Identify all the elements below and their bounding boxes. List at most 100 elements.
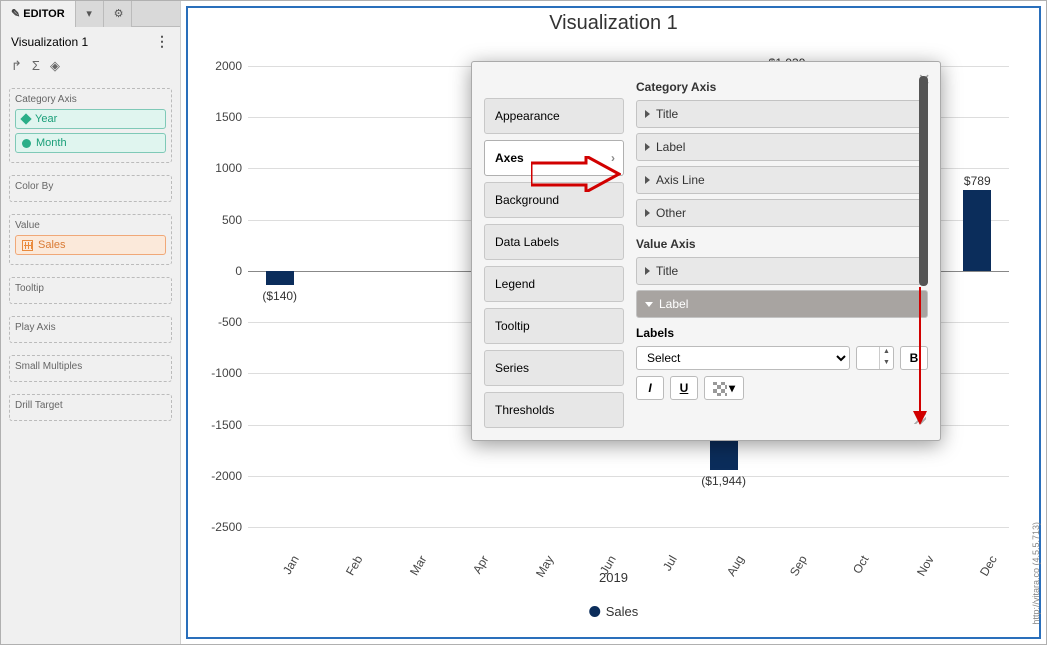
zone-value[interactable]: Value Sales — [9, 214, 172, 265]
bar-data-label: ($140) — [262, 289, 297, 303]
tab-editor-icon: ✎ — [11, 8, 20, 20]
viz-menu-button[interactable]: ⋮ — [155, 33, 170, 50]
menu-tooltip[interactable]: Tooltip — [484, 308, 624, 344]
spinner-down-icon[interactable]: ▼ — [880, 358, 893, 369]
triangle-right-icon — [645, 209, 650, 217]
zone-title: Drill Target — [15, 400, 166, 411]
menu-appearance[interactable]: Appearance — [484, 98, 624, 134]
x-tick-label: Apr — [470, 553, 491, 576]
zone-title: Color By — [15, 181, 166, 192]
zone-category-axis-title: Category Axis — [15, 94, 166, 105]
tool-new-icon[interactable]: ↱ — [11, 58, 22, 74]
zone-play-axis[interactable]: Play Axis — [9, 316, 172, 343]
y-tick-label: 1000 — [215, 161, 242, 175]
y-tick-label: 500 — [222, 213, 242, 227]
menu-axes[interactable]: Axes › — [484, 140, 624, 176]
zone-category-axis[interactable]: Category Axis Year Month — [9, 88, 172, 163]
triangle-right-icon — [645, 267, 650, 275]
scroll-thumb[interactable] — [919, 76, 928, 286]
chart-area: Visualization 1 -2500-2000-1500-1000-500… — [181, 1, 1046, 644]
chart-bar[interactable] — [963, 190, 991, 271]
tab-settings[interactable]: ⚙ — [104, 1, 132, 27]
x-tick-label: Sep — [787, 553, 810, 578]
menu-series[interactable]: Series — [484, 350, 624, 386]
x-tick-label: Feb — [343, 553, 365, 578]
triangle-right-icon — [645, 176, 650, 184]
resize-grip[interactable] — [914, 412, 926, 424]
labels-underline-button[interactable]: U — [670, 376, 698, 400]
accordion-label: Title — [656, 264, 678, 278]
bar-data-label: ($1,944) — [701, 474, 746, 488]
labels-size-spinner[interactable]: ▲▼ — [856, 346, 894, 370]
accordion-cat-title[interactable]: Title — [636, 100, 928, 128]
chart-copyright: http://vitara.co (4.5.5.713) — [1031, 522, 1041, 625]
menu-data-labels[interactable]: Data Labels — [484, 224, 624, 260]
pill-sales-label: Sales — [38, 239, 66, 251]
viz-name: Visualization 1 — [11, 35, 88, 49]
x-tick-label: Oct — [850, 553, 871, 576]
labels-heading: Labels — [636, 326, 928, 340]
pill-sales[interactable]: Sales — [15, 235, 166, 255]
y-tick-label: -500 — [218, 315, 242, 329]
legend-swatch-sales — [589, 606, 600, 617]
modal-scrollbar[interactable] — [918, 76, 928, 426]
menu-legend[interactable]: Legend — [484, 266, 624, 302]
accordion-cat-other[interactable]: Other — [636, 199, 928, 227]
accordion-label: Label — [656, 140, 685, 154]
x-tick-label: Jul — [660, 553, 680, 573]
zone-tooltip[interactable]: Tooltip — [9, 277, 172, 304]
viz-tool-row: ↱ Σ ◈ — [1, 56, 180, 82]
modal-menu: Appearance Axes› Background Data Labels … — [484, 98, 624, 426]
triangle-right-icon — [645, 143, 650, 151]
x-axis-group-label: 2019 — [599, 570, 628, 585]
x-tick-label: Jan — [280, 553, 302, 577]
accordion-val-title[interactable]: Title — [636, 257, 928, 285]
labels-color-button[interactable]: ▾ — [704, 376, 744, 400]
menu-axes-label: Axes — [495, 151, 524, 165]
zone-drill-target[interactable]: Drill Target — [9, 394, 172, 421]
funnel-icon: ▾ — [86, 8, 92, 20]
chart-bar[interactable] — [266, 271, 294, 285]
spinner-up-icon[interactable]: ▲ — [880, 347, 893, 358]
accordion-label: Axis Line — [656, 173, 705, 187]
menu-thresholds[interactable]: Thresholds — [484, 392, 624, 428]
tab-editor[interactable]: ✎ EDITOR — [1, 1, 76, 27]
chart-legend[interactable]: Sales — [589, 604, 639, 619]
zone-title: Small Multiples — [15, 361, 166, 372]
accordion-val-label[interactable]: Label — [636, 290, 928, 318]
labels-font-select[interactable]: Select — [636, 346, 850, 370]
tab-filter[interactable]: ▾ — [76, 1, 104, 27]
y-tick-label: 2000 — [215, 59, 242, 73]
labels-italic-button[interactable]: I — [636, 376, 664, 400]
caret-down-icon: ▾ — [729, 381, 735, 395]
x-tick-label: May — [533, 553, 556, 580]
x-tick-label: Nov — [914, 553, 937, 578]
x-tick-label: Dec — [977, 553, 1000, 578]
zone-title: Play Axis — [15, 322, 166, 333]
section-category-axis: Category Axis — [636, 80, 928, 94]
y-tick-label: -2000 — [211, 469, 242, 483]
chevron-right-icon: › — [611, 151, 615, 165]
gear-icon: ⚙ — [114, 8, 124, 20]
editor-tabs: ✎ EDITOR ▾ ⚙ — [1, 1, 180, 27]
zone-small-multiples[interactable]: Small Multiples — [9, 355, 172, 382]
y-tick-label: -2500 — [211, 520, 242, 534]
y-tick-label: 1500 — [215, 110, 242, 124]
zone-title: Value — [15, 220, 166, 231]
pill-year-label: Year — [35, 113, 57, 125]
accordion-label: Title — [656, 107, 678, 121]
chart-settings-modal: × Appearance Axes› Background Data Label… — [471, 61, 941, 441]
menu-background[interactable]: Background — [484, 182, 624, 218]
pill-month[interactable]: Month — [15, 133, 166, 153]
zone-color-by[interactable]: Color By — [9, 175, 172, 202]
checker-icon — [713, 382, 727, 396]
pill-year[interactable]: Year — [15, 109, 166, 129]
section-value-axis: Value Axis — [636, 237, 928, 251]
accordion-cat-label[interactable]: Label — [636, 133, 928, 161]
tool-diamond-icon[interactable]: ◈ — [50, 58, 60, 74]
accordion-cat-axis-line[interactable]: Axis Line — [636, 166, 928, 194]
tool-sigma-icon[interactable]: Σ — [32, 58, 40, 74]
modal-content: Category Axis Title Label Axis Line Othe… — [636, 76, 928, 426]
x-tick-label: Mar — [407, 553, 429, 578]
triangle-right-icon — [645, 110, 650, 118]
